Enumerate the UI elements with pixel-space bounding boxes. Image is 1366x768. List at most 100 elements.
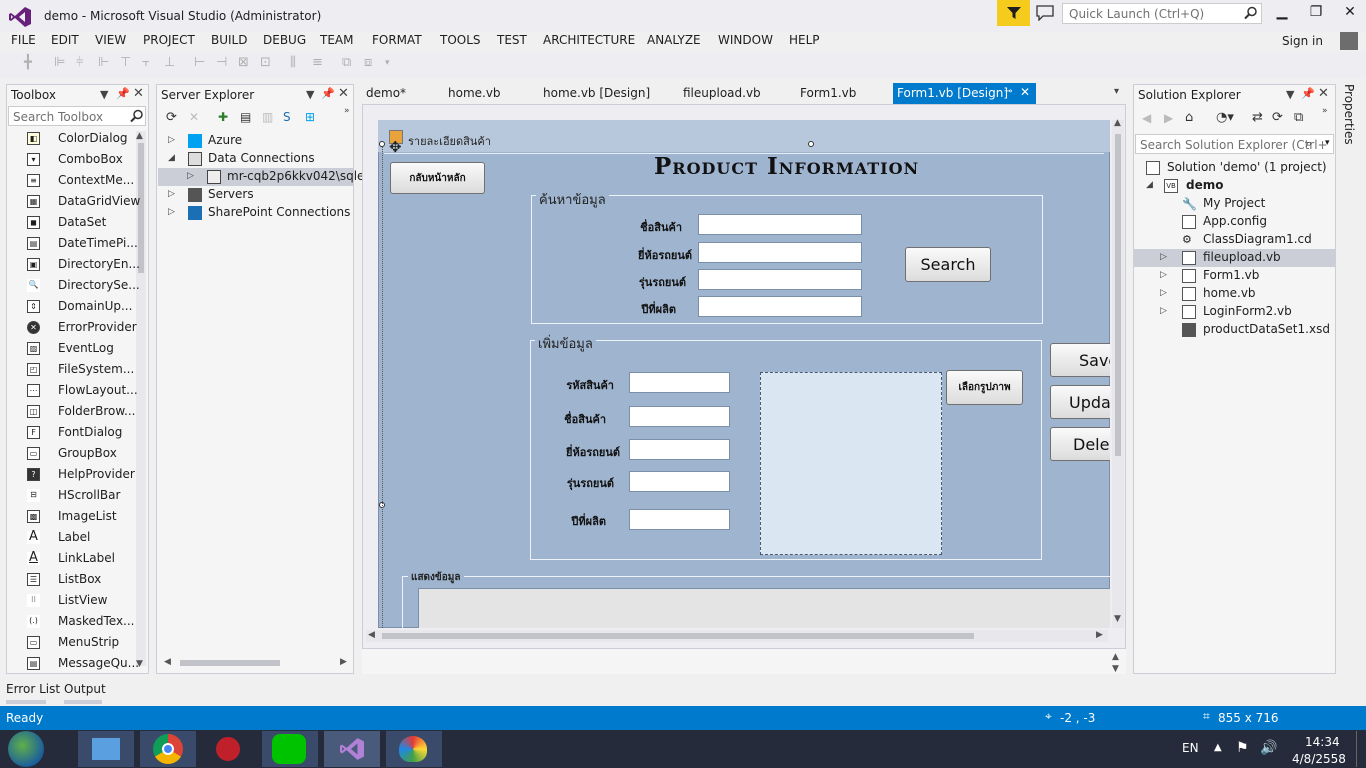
- send-to-back-icon[interactable]: ⧈: [364, 55, 372, 70]
- tree-item-home[interactable]: ▷ home.vb: [1160, 285, 1332, 303]
- toolbox-item-eventlog[interactable]: ▨ EventLog: [27, 339, 140, 359]
- connect-server-icon[interactable]: ▤: [240, 110, 251, 124]
- pending-changes-icon[interactable]: ◔▾: [1216, 110, 1234, 125]
- stop-icon[interactable]: ✕: [189, 110, 199, 124]
- tab-fileupload-vb[interactable]: fileupload.vb: [683, 86, 761, 100]
- toolbox-item-domainupdown[interactable]: ⇕ DomainUp...: [27, 297, 140, 317]
- align-to-grid-icon[interactable]: ╋: [24, 55, 32, 70]
- connect-database-icon[interactable]: ✚: [218, 110, 228, 124]
- add-car-brand-input[interactable]: [629, 439, 730, 460]
- bring-to-front-icon[interactable]: ⧉: [342, 55, 351, 70]
- toolbox-close-icon[interactable]: ✕: [133, 86, 144, 101]
- user-avatar-icon[interactable]: [1340, 32, 1358, 50]
- overflow-icon[interactable]: »: [1322, 106, 1328, 116]
- menu-view[interactable]: VIEW: [95, 33, 126, 47]
- close-button[interactable]: ✕: [1338, 4, 1362, 24]
- align-centers-icon[interactable]: ⫩: [76, 55, 83, 70]
- tab-pin-icon[interactable]: ⊸: [1004, 86, 1012, 97]
- toolbox-item-filesystemwatcher[interactable]: ◰ FileSystem...: [27, 360, 140, 380]
- search-car-model-input[interactable]: [698, 269, 862, 290]
- overflow-icon[interactable]: »: [344, 106, 350, 116]
- tree-solution[interactable]: Solution 'demo' (1 project): [1146, 159, 1331, 177]
- toolbox-item-errorprovider[interactable]: ✕ ErrorProvider: [27, 318, 140, 338]
- menu-window[interactable]: WINDOW: [718, 33, 773, 47]
- toolbox-item-datetimepicker[interactable]: ▤ DateTimePi...: [27, 234, 140, 254]
- menu-architecture[interactable]: ARCHITECTURE: [543, 33, 635, 47]
- tree-node-sharepoint[interactable]: ▷ SharePoint Connections: [168, 204, 350, 222]
- tree-item-productdataset[interactable]: productDataSet1.xsd: [1182, 321, 1332, 339]
- server-explorer-pin-icon[interactable]: 📌: [321, 87, 335, 100]
- menu-help[interactable]: HELP: [789, 33, 820, 47]
- start-button[interactable]: [8, 731, 44, 767]
- menu-test[interactable]: TEST: [497, 33, 527, 47]
- taskbar-language[interactable]: EN: [1182, 741, 1199, 755]
- make-same-size-icon[interactable]: ⊡: [260, 55, 271, 70]
- toolbox-item-datagridview[interactable]: ▦ DataGridView: [27, 192, 140, 212]
- taskbar-line[interactable]: [262, 731, 318, 767]
- solution-explorer-close-icon[interactable]: ✕: [1318, 86, 1329, 101]
- size-to-grid-icon[interactable]: ⊠: [238, 55, 249, 70]
- toolbox-item-dataset[interactable]: ◼ DataSet: [27, 213, 140, 233]
- toolbox-item-directoryentry[interactable]: ▣ DirectoryEn...: [27, 255, 140, 275]
- menu-file[interactable]: FILE: [11, 33, 36, 47]
- taskbar-app-icon[interactable]: [214, 731, 244, 767]
- windows-azure-icon[interactable]: ⊞: [305, 110, 315, 124]
- tree-item-loginform2[interactable]: ▷ LoginForm2.vb: [1160, 303, 1332, 321]
- designer-hscrollbar[interactable]: ◀ ▶: [366, 630, 1108, 642]
- collapse-all-icon[interactable]: ⧉: [1294, 110, 1303, 125]
- quick-launch-input[interactable]: Quick Launch (Ctrl+Q): [1062, 3, 1262, 24]
- toolbar-overflow-icon[interactable]: ▾: [385, 58, 390, 68]
- pick-image-button[interactable]: เลือกรูปภาพ: [946, 370, 1023, 405]
- taskbar-date[interactable]: 4/8/2558: [1292, 752, 1346, 766]
- expand-icon[interactable]: ▷: [168, 207, 175, 217]
- properties-icon[interactable]: ▥: [262, 110, 273, 124]
- sharepoint-icon[interactable]: S: [283, 110, 291, 124]
- tab-form1-vb[interactable]: Form1.vb: [800, 86, 856, 100]
- toolbox-item-listbox[interactable]: ☰ ListBox: [27, 570, 140, 590]
- server-explorer-close-icon[interactable]: ✕: [338, 86, 349, 101]
- back-icon[interactable]: ◀: [1142, 111, 1151, 125]
- toolbox-item-folderbrowserdialog[interactable]: ◫ FolderBrow...: [27, 402, 140, 422]
- menu-debug[interactable]: DEBUG: [263, 33, 306, 47]
- tree-node-servers[interactable]: ▷ Servers: [168, 186, 348, 204]
- align-lefts-icon[interactable]: ⊫: [54, 55, 65, 70]
- tab-demo[interactable]: demo*: [366, 86, 406, 100]
- sign-in-link[interactable]: Sign in: [1282, 34, 1323, 48]
- menu-tools[interactable]: TOOLS: [440, 33, 481, 47]
- search-product-name-input[interactable]: [698, 214, 862, 235]
- server-explorer-dropdown-icon[interactable]: ▼: [306, 88, 314, 101]
- toolbox-item-directorysearcher[interactable]: 🔍 DirectorySe...: [27, 276, 140, 296]
- taskbar-paint[interactable]: [386, 731, 442, 767]
- menu-edit[interactable]: EDIT: [51, 33, 79, 47]
- minimize-button[interactable]: ▁: [1270, 4, 1294, 24]
- toolbox-item-fontdialog[interactable]: F FontDialog: [27, 423, 140, 443]
- tree-node-data-connections[interactable]: ◢ Data Connections: [168, 150, 348, 168]
- collapse-icon[interactable]: ◢: [168, 153, 175, 163]
- tab-home-vb[interactable]: home.vb: [448, 86, 501, 100]
- sync-icon[interactable]: ⇄: [1252, 110, 1263, 125]
- properties-side-tab[interactable]: Properties: [1340, 84, 1360, 145]
- product-picturebox[interactable]: [760, 372, 942, 555]
- align-rights-icon[interactable]: ⊩: [98, 55, 109, 70]
- make-same-height-icon[interactable]: ⊣: [216, 55, 227, 70]
- tree-item-fileupload[interactable]: ▷ fileupload.vb: [1160, 249, 1332, 267]
- tree-node-azure[interactable]: ▷ Azure: [168, 132, 348, 150]
- horizontal-spacing-icon[interactable]: ⫼: [290, 55, 296, 70]
- toolbox-pin-icon[interactable]: 📌: [116, 87, 130, 100]
- expand-icon[interactable]: ▷: [1160, 252, 1167, 262]
- update-button[interactable]: Upda: [1050, 385, 1110, 419]
- toolbox-item-colordialog[interactable]: ◧ ColorDialog: [27, 129, 140, 149]
- tab-error-list[interactable]: Error List: [6, 682, 60, 696]
- tab-overflow-icon[interactable]: ▾: [1114, 86, 1119, 97]
- tree-project-demo[interactable]: ◢ VB demo: [1146, 177, 1331, 195]
- show-desktop-button[interactable]: [1356, 731, 1364, 767]
- toolbox-search-input[interactable]: Search Toolbox: [8, 106, 146, 126]
- save-button[interactable]: Save: [1050, 343, 1110, 377]
- menu-project[interactable]: PROJECT: [143, 33, 195, 47]
- taskbar-file-explorer[interactable]: [78, 731, 134, 767]
- search-button[interactable]: Search: [905, 247, 991, 282]
- toolbox-item-helpprovider[interactable]: ? HelpProvider: [27, 465, 140, 485]
- solution-explorer-pin-icon[interactable]: 📌: [1301, 87, 1315, 100]
- search-icon[interactable]: [1244, 6, 1258, 20]
- volume-icon[interactable]: 🔊: [1260, 740, 1277, 756]
